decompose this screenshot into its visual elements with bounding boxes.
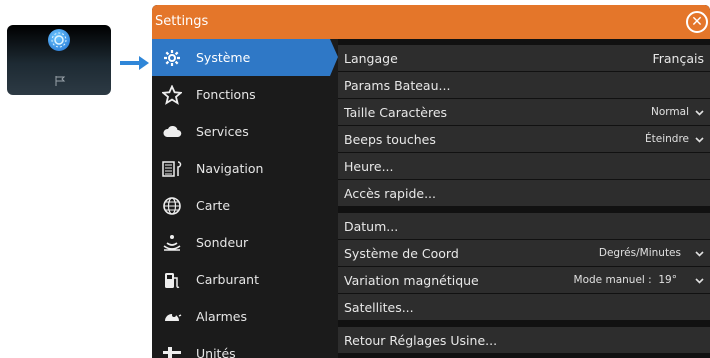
sidebar-item-label: Système [196, 50, 251, 65]
setting-row-datum[interactable]: Datum... [338, 213, 710, 239]
sidebar-item-label: Fonctions [196, 87, 256, 102]
navigation-icon [162, 161, 182, 177]
setting-row-satellites[interactable]: Satellites... [338, 294, 710, 320]
setting-value: Français [652, 51, 704, 66]
dropdown-value: Normal [651, 106, 689, 118]
setting-label: Params Bateau... [344, 78, 451, 93]
sidebar-item-label: Navigation [196, 161, 264, 176]
setting-label: Langage [344, 51, 398, 66]
setting-label: Taille Caractères [344, 105, 448, 120]
sonar-icon [163, 235, 181, 251]
setting-row-variation-magnetique[interactable]: Variation magnétique Mode manuel : 19° [338, 267, 710, 293]
active-indicator [330, 39, 338, 76]
setting-label: Système de Coord [344, 246, 459, 261]
text-size-dropdown[interactable]: Normal [651, 103, 704, 121]
setting-label: Variation magnétique [344, 273, 479, 288]
dropdown-value: Éteindre [645, 133, 689, 145]
setting-label: Retour Réglages Usine... [344, 333, 498, 348]
chevron-down-icon [695, 250, 704, 257]
setting-row-retour-reglages-usine[interactable]: Retour Réglages Usine... [338, 327, 710, 353]
cloud-icon [163, 125, 182, 137]
coord-system-dropdown[interactable]: Degrés/Minutes [599, 244, 704, 262]
dropdown-value: Degrés/Minutes [598, 247, 681, 259]
sidebar-item-navigation[interactable]: Navigation [152, 150, 338, 187]
dropdown-value: Mode manuel : 19° [573, 274, 677, 286]
variation-dropdown[interactable]: Mode manuel : 19° [574, 271, 704, 289]
sidebar-item-label: Carburant [196, 272, 260, 287]
gear-icon [164, 50, 180, 66]
chevron-down-icon [695, 109, 704, 116]
settings-gear-icon [48, 29, 70, 51]
sidebar-item-services[interactable]: Services [152, 113, 338, 150]
sidebar-item-unites[interactable]: Unités [152, 335, 338, 358]
sidebar-item-label: Services [196, 124, 249, 139]
alarm-icon [165, 313, 182, 321]
close-icon[interactable]: ✕ [686, 11, 708, 33]
chevron-down-icon [695, 136, 704, 143]
setting-row-langage[interactable]: Langage Français [338, 45, 710, 71]
sidebar-item-label: Unités [196, 346, 236, 358]
sidebar-item-systeme[interactable]: Système [152, 39, 338, 76]
setting-label: Datum... [344, 219, 399, 234]
setting-row-acces-rapide[interactable]: Accès rapide... [338, 180, 710, 206]
setting-row-params-bateau[interactable]: Params Bateau... [338, 72, 710, 98]
sidebar-item-carte[interactable]: Carte [152, 187, 338, 224]
sidebar-item-label: Carte [196, 198, 231, 213]
setting-label: Heure... [344, 159, 394, 174]
sidebar-item-label: Sondeur [196, 235, 249, 250]
setting-row-heure[interactable]: Heure... [338, 153, 710, 179]
chevron-down-icon [695, 277, 704, 284]
flag-icon [55, 76, 66, 86]
home-preview-thumbnail [7, 25, 111, 95]
setting-label: Beeps touches [344, 132, 436, 147]
fuel-icon [165, 273, 180, 289]
pointer-arrow-icon [120, 56, 149, 70]
setting-row-beeps-touches[interactable]: Beeps touches Éteindre [338, 126, 710, 152]
units-icon [163, 347, 181, 358]
setting-label: Satellites... [344, 300, 414, 315]
sidebar-item-label: Alarmes [196, 309, 247, 324]
settings-content: Langage Français Params Bateau... Taille… [338, 39, 710, 358]
settings-sidebar: Système Fonctions Services Navigation Ca… [152, 39, 338, 358]
sidebar-item-sondeur[interactable]: Sondeur [152, 224, 338, 261]
settings-window: Settings ✕ Système Fonctions Services Na… [152, 5, 710, 358]
window-title: Settings [155, 14, 209, 29]
star-icon [162, 85, 182, 105]
setting-label: Accès rapide... [344, 186, 437, 201]
title-bar: Settings ✕ [152, 5, 710, 39]
setting-row-taille-caracteres[interactable]: Taille Caractères Normal [338, 99, 710, 125]
globe-icon [163, 197, 181, 215]
sidebar-item-alarmes[interactable]: Alarmes [152, 298, 338, 335]
sidebar-item-carburant[interactable]: Carburant [152, 261, 338, 298]
setting-row-systeme-coord[interactable]: Système de Coord Degrés/Minutes [338, 240, 710, 266]
beeps-dropdown[interactable]: Éteindre [645, 130, 704, 148]
sidebar-item-fonctions[interactable]: Fonctions [152, 76, 338, 113]
